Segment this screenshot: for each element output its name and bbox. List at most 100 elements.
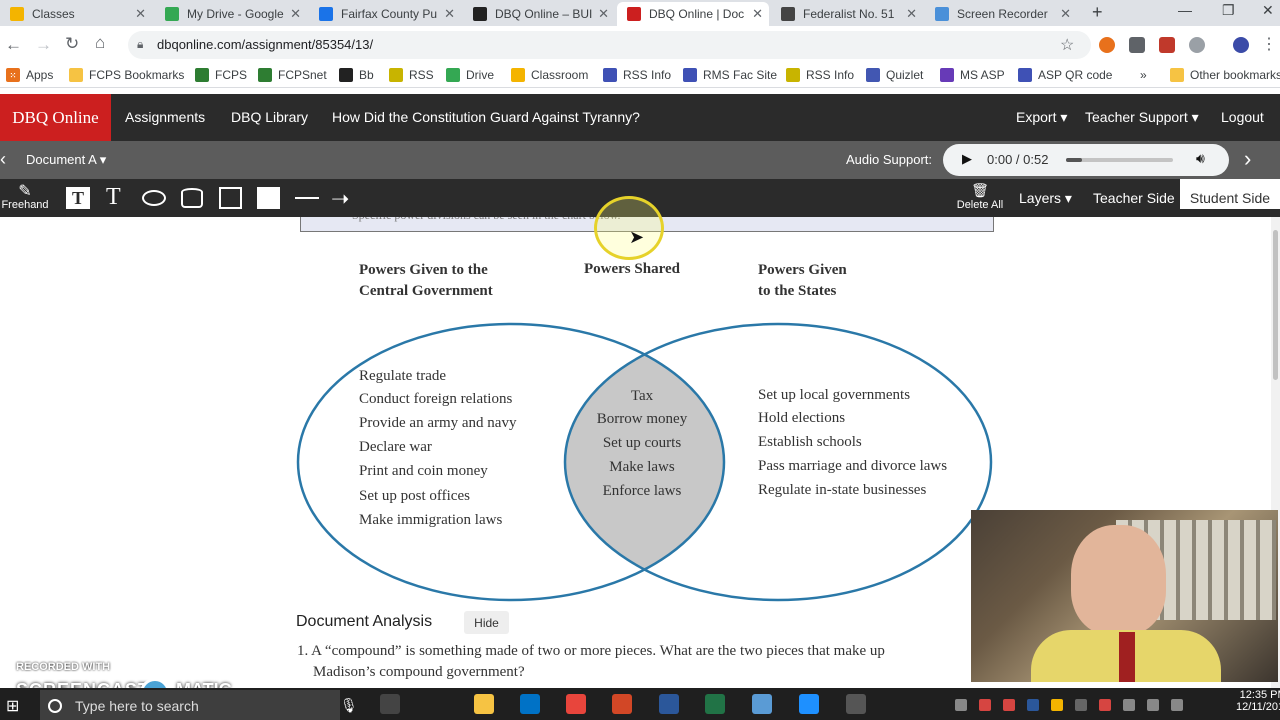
volume-icon[interactable]: 🔊︎	[1196, 150, 1205, 167]
tab-close-icon[interactable]: ✕	[444, 6, 455, 22]
powerpoint-icon[interactable]	[612, 694, 632, 714]
bookmark-icon	[339, 68, 353, 82]
freehand-tool[interactable]: ✎ Freehand	[0, 181, 50, 211]
system-tray-icon[interactable]	[1171, 699, 1183, 711]
extension-icon[interactable]	[1129, 37, 1145, 53]
microphone-icon[interactable]: 🎙︎	[340, 697, 358, 714]
nav-assignment-title[interactable]: How Did the Constitution Guard Against T…	[332, 109, 640, 125]
bookmark-item[interactable]: RSS Info	[603, 68, 671, 82]
bookmark-item[interactable]: Classroom	[511, 68, 588, 82]
minimize-button[interactable]: —	[1178, 2, 1192, 18]
profile-avatar[interactable]	[1233, 37, 1249, 53]
outlook-icon[interactable]	[520, 694, 540, 714]
bookmark-item[interactable]: Quizlet	[866, 68, 923, 82]
cortana-icon[interactable]	[48, 699, 62, 713]
logout-link[interactable]: Logout	[1221, 109, 1264, 125]
brand-logo[interactable]: DBQ Online	[0, 94, 111, 141]
next-document-icon[interactable]: ›	[1244, 146, 1251, 172]
bookmark-star-icon[interactable]: ☆	[1060, 35, 1074, 55]
browser-tab[interactable]: Classes ✕	[0, 2, 152, 26]
bookmark-item[interactable]: Bb	[339, 68, 374, 82]
system-tray-icon[interactable]	[1051, 699, 1063, 711]
other-bookmarks[interactable]: Other bookmarks	[1170, 68, 1280, 82]
venn-item: Make immigration laws	[359, 512, 503, 528]
hide-button[interactable]: Hide	[464, 611, 509, 634]
system-tray-icon[interactable]	[955, 699, 967, 711]
chrome-icon[interactable]	[566, 694, 586, 714]
sis-icon[interactable]	[752, 694, 772, 714]
back-icon[interactable]: ←	[5, 35, 22, 55]
close-window-button[interactable]: ✕	[1262, 2, 1274, 19]
home-icon[interactable]: ⌂	[95, 33, 105, 53]
bookmark-item[interactable]: RSS Info	[786, 68, 854, 82]
tab-close-icon[interactable]: ✕	[1060, 6, 1071, 22]
menu-kebab-icon[interactable]: ⋮	[1261, 34, 1277, 54]
browser-tab[interactable]: My Drive - Google ✕	[155, 2, 307, 26]
file-explorer-icon[interactable]	[474, 694, 494, 714]
teacher-side-tab[interactable]: Teacher Side	[1093, 190, 1175, 206]
forward-icon[interactable]: →	[35, 35, 52, 55]
task-view-icon[interactable]	[380, 694, 400, 714]
windows-start-icon[interactable]: ⊞	[6, 696, 19, 716]
bookmarks-overflow[interactable]: »	[1140, 68, 1147, 82]
delete-all-button[interactable]: 🗑︎ Delete All	[955, 182, 1005, 211]
bookmark-item[interactable]: FCPSnet	[258, 68, 327, 82]
browser-tab[interactable]: Screen Recorder ✕	[925, 2, 1077, 26]
maximize-button[interactable]: ❐	[1222, 2, 1235, 19]
ellipse-tool-icon[interactable]	[142, 190, 166, 206]
bookmark-item[interactable]: RSS	[389, 68, 434, 82]
system-tray-icon[interactable]	[1075, 699, 1087, 711]
audio-progress-track[interactable]	[1066, 158, 1173, 162]
new-tab-button[interactable]: +	[1092, 2, 1103, 23]
snipping-tool-icon[interactable]	[846, 694, 866, 714]
system-tray-icon[interactable]	[1123, 699, 1135, 711]
bookmark-item[interactable]: ASP QR code	[1018, 68, 1112, 82]
system-tray-icon[interactable]	[1027, 699, 1039, 711]
scrollbar-thumb[interactable]	[1273, 230, 1278, 380]
extension-icon[interactable]	[1099, 37, 1115, 53]
bookmark-label: FCPS Bookmarks	[89, 68, 185, 82]
document-select[interactable]: Document A ▾	[26, 152, 106, 168]
taskbar-search-placeholder[interactable]: Type here to search	[75, 698, 199, 714]
play-icon[interactable]: ▶	[962, 151, 972, 167]
tab-close-icon[interactable]: ✕	[290, 6, 301, 22]
bookmark-apps[interactable]: ⁙ Apps	[6, 68, 53, 82]
system-tray-icon[interactable]	[1099, 699, 1111, 711]
system-tray-icon[interactable]	[1147, 699, 1159, 711]
teacher-support-menu[interactable]: Teacher Support ▾	[1085, 109, 1199, 126]
prev-document-icon[interactable]: ‹	[0, 149, 6, 170]
export-menu[interactable]: Export ▾	[1016, 109, 1067, 126]
highlighter-tool-icon[interactable]	[181, 188, 203, 208]
tab-close-icon[interactable]: ✕	[752, 6, 763, 22]
browser-tab[interactable]: DBQ Online | Doc ✕	[617, 2, 769, 26]
excel-icon[interactable]	[705, 694, 725, 714]
heading-line: Central Government	[359, 283, 493, 299]
tab-close-icon[interactable]: ✕	[906, 6, 917, 22]
system-tray-icon[interactable]	[979, 699, 991, 711]
bookmark-item[interactable]: Drive	[446, 68, 494, 82]
tab-close-icon[interactable]: ✕	[135, 6, 146, 22]
audio-support-label: Audio Support:	[846, 152, 933, 167]
extension-icon[interactable]	[1159, 37, 1175, 53]
nav-assignments[interactable]: Assignments	[125, 109, 205, 125]
tab-close-icon[interactable]: ✕	[598, 6, 609, 22]
bookmark-item[interactable]: FCPS Bookmarks	[69, 68, 184, 82]
layers-menu[interactable]: Layers ▾	[1019, 190, 1072, 207]
system-tray-icon[interactable]	[1003, 699, 1015, 711]
text-tool-icon[interactable]: T	[106, 184, 121, 211]
bookmark-item[interactable]: FCPS	[195, 68, 247, 82]
reload-icon[interactable]: ↻	[65, 34, 79, 54]
line-tool-icon[interactable]	[295, 197, 319, 199]
edge-icon[interactable]	[799, 694, 819, 714]
text-box-tool-icon[interactable]: T	[66, 187, 90, 209]
bookmark-item[interactable]: RMS Fac Site	[683, 68, 777, 82]
word-icon[interactable]	[659, 694, 679, 714]
browser-tab[interactable]: Federalist No. 51 ✕	[771, 2, 923, 26]
browser-tab[interactable]: Fairfax County Pu ✕	[309, 2, 461, 26]
filled-rectangle-tool-icon[interactable]	[257, 187, 280, 209]
bookmark-item[interactable]: MS ASP	[940, 68, 1005, 82]
browser-tab[interactable]: DBQ Online – BUI ✕	[463, 2, 615, 26]
extension-icon[interactable]	[1189, 37, 1205, 53]
nav-dbq-library[interactable]: DBQ Library	[231, 109, 308, 125]
rectangle-tool-icon[interactable]	[219, 187, 242, 209]
